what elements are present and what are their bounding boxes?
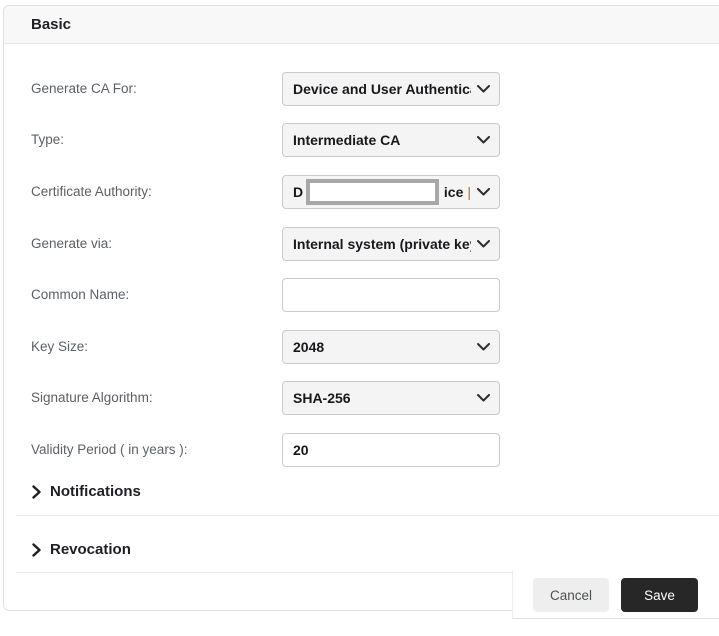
generate-ca-for-label: Generate CA For: [31,72,137,106]
type-select[interactable]: Intermediate CA [282,123,500,157]
type-value: Intermediate CA [293,132,471,148]
panel-header: Basic [4,6,719,44]
signature-algorithm-select[interactable]: SHA-256 [282,381,500,415]
signature-algorithm-label: Signature Algorithm: [31,381,153,415]
chevron-down-icon [477,240,490,248]
generate-ca-page: Basic Generate CA For: Device and User A… [0,0,719,636]
chevron-down-icon [477,394,490,402]
row-signature-algorithm: Signature Algorithm: SHA-256 [4,381,719,415]
row-type: Type: Intermediate CA [4,123,719,157]
validity-period-input[interactable] [282,433,500,467]
chevron-right-icon [32,485,41,499]
certificate-authority-select[interactable]: D ice | [282,175,500,209]
certificate-authority-value: D ice | [293,179,471,205]
ca-value-separator: | [467,184,471,200]
signature-algorithm-value: SHA-256 [293,390,471,406]
chevron-down-icon [477,188,490,196]
ca-value-suffix: ice [444,184,463,200]
validity-period-label: Validity Period ( in years ): [31,433,188,467]
chevron-down-icon [477,343,490,351]
common-name-label: Common Name: [31,278,129,312]
section-notifications[interactable]: Notifications [4,481,719,503]
row-generate-ca-for: Generate CA For: Device and User Authent… [4,72,719,106]
divider [16,515,719,516]
save-button[interactable]: Save [621,578,698,612]
generate-via-label: Generate via: [31,227,112,261]
generate-ca-for-value: Device and User Authentication [293,81,471,97]
key-size-select[interactable]: 2048 [282,330,500,364]
key-size-value: 2048 [293,339,471,355]
revocation-label: Revocation [50,539,131,560]
key-size-label: Key Size: [31,330,88,364]
chevron-down-icon [477,136,490,144]
notifications-label: Notifications [50,481,141,502]
row-validity-period: Validity Period ( in years ): [4,433,719,467]
generate-via-value: Internal system (private key lo [293,236,471,252]
row-generate-via: Generate via: Internal system (private k… [4,227,719,261]
section-revocation[interactable]: Revocation [4,539,719,561]
common-name-input[interactable] [282,278,500,312]
panel-title: Basic [31,6,71,43]
chevron-down-icon [477,85,490,93]
ca-value-prefix: D [293,184,303,200]
generate-ca-for-select[interactable]: Device and User Authentication [282,72,500,106]
type-label: Type: [31,123,64,157]
row-common-name: Common Name: [4,278,719,312]
certificate-authority-label: Certificate Authority: [31,175,152,209]
generate-via-select[interactable]: Internal system (private key lo [282,227,500,261]
row-key-size: Key Size: 2048 [4,330,719,364]
redaction-overlay [306,179,439,205]
footer-action-bar: Cancel Save [512,570,719,619]
row-certificate-authority: Certificate Authority: D ice | [4,175,719,209]
basic-panel: Basic Generate CA For: Device and User A… [3,5,719,611]
cancel-button[interactable]: Cancel [533,578,609,612]
chevron-right-icon [32,543,41,557]
